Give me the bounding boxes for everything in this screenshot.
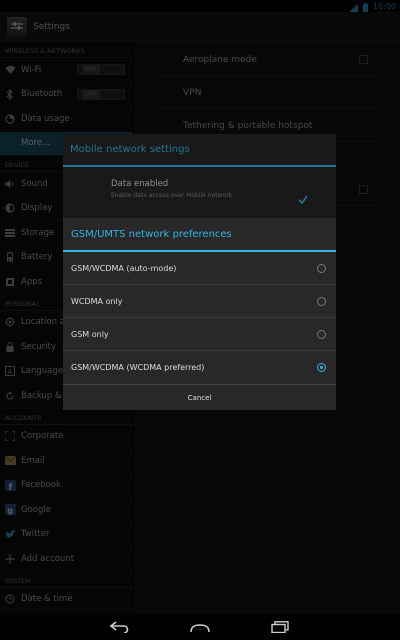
option-label: WCDMA only: [71, 296, 123, 306]
option-wcdma-only[interactable]: WCDMA only: [63, 285, 336, 318]
option-radio-selected[interactable]: [317, 363, 326, 372]
option-label: GSM/WCDMA (auto-mode): [71, 263, 177, 273]
network-preferences-title: GSM/UMTS network preferences: [63, 218, 336, 252]
option-gsm-wcdma-wcdma-preferred[interactable]: GSM/WCDMA (WCDMA preferred): [63, 351, 336, 384]
recent-apps-button[interactable]: [269, 621, 291, 635]
option-radio[interactable]: [317, 329, 326, 339]
option-gsm-wcdma-auto[interactable]: GSM/WCDMA (auto-mode): [63, 252, 336, 285]
recent-apps-icon: [271, 618, 289, 637]
network-preferences-dialog: GSM/UMTS network preferences GSM/WCDMA (…: [63, 218, 336, 410]
back-icon: [109, 618, 130, 637]
option-radio[interactable]: [317, 263, 326, 273]
option-gsm-only[interactable]: GSM only: [63, 318, 336, 351]
option-label: GSM/WCDMA (WCDMA preferred): [71, 363, 205, 372]
cancel-button[interactable]: Cancel: [63, 384, 336, 411]
navigation-bar: [0, 615, 400, 640]
option-radio[interactable]: [317, 296, 326, 306]
back-button[interactable]: [109, 621, 131, 635]
option-label: GSM only: [71, 329, 109, 339]
home-icon: [189, 618, 211, 637]
home-button[interactable]: [189, 621, 211, 635]
